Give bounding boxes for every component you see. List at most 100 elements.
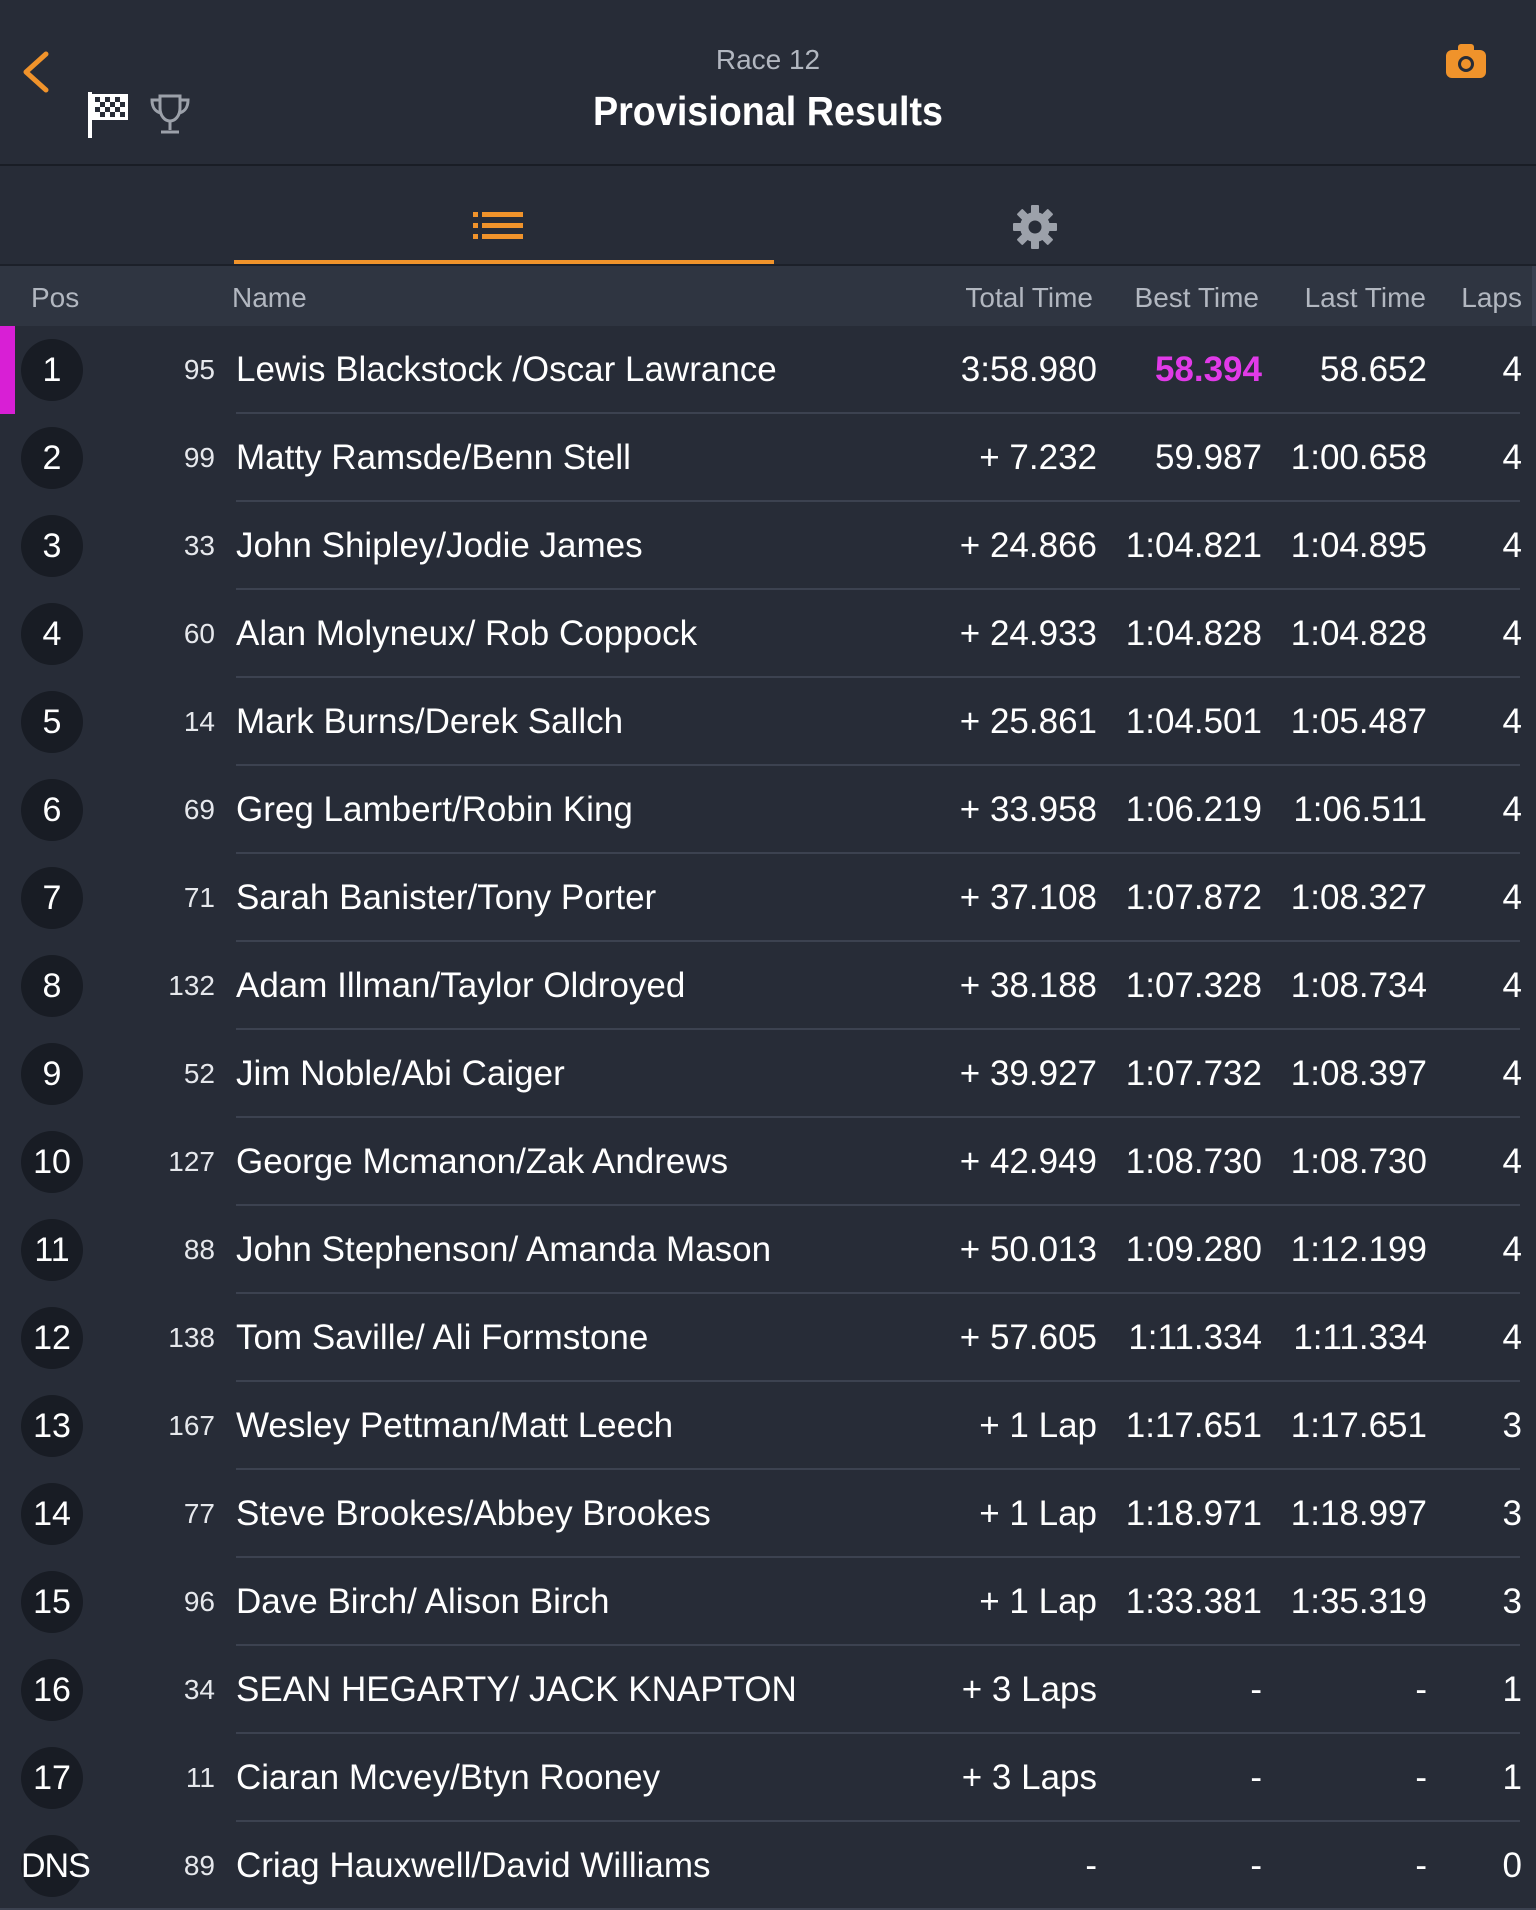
- gear-icon: [1013, 205, 1057, 249]
- column-header-pos[interactable]: Pos: [31, 282, 79, 314]
- column-header-laps[interactable]: Laps: [1461, 282, 1522, 314]
- car-number: 69: [183, 794, 215, 825]
- last-time: 1:08.397: [1290, 1054, 1427, 1093]
- total-time: + 25.861: [959, 702, 1097, 741]
- best-time: 1:04.828: [1125, 614, 1262, 653]
- best-time: 1:06.219: [1125, 790, 1262, 829]
- last-time: 1:17.651: [1290, 1406, 1427, 1445]
- total-time: + 7.232: [979, 438, 1097, 477]
- last-time: -: [1415, 1758, 1427, 1797]
- table-row[interactable]: 4 60 Alan Molyneux/ Rob Coppock + 24.933 1:0…: [0, 590, 1536, 678]
- car-number: 138: [168, 1322, 215, 1353]
- tab-results-list[interactable]: [234, 166, 774, 264]
- column-header-last-time[interactable]: Last Time: [1305, 282, 1426, 314]
- laps-count: 4: [1502, 1142, 1522, 1181]
- driver-name: Criag Hauxwell/David Williams: [236, 1846, 711, 1885]
- driver-name: Sarah Banister/Tony Porter: [236, 878, 657, 917]
- best-time: 1:04.821: [1125, 526, 1262, 565]
- last-time: 1:18.997: [1290, 1494, 1427, 1533]
- driver-name: Jim Noble/Abi Caiger: [236, 1054, 565, 1093]
- position-badge: 9: [21, 1043, 83, 1105]
- column-header-best-time[interactable]: Best Time: [1135, 282, 1259, 314]
- total-time: + 57.605: [959, 1318, 1097, 1357]
- camera-button[interactable]: [1444, 42, 1488, 80]
- best-time: 1:18.971: [1125, 1494, 1262, 1533]
- best-time: 1:33.381: [1125, 1582, 1262, 1621]
- last-time: -: [1415, 1846, 1427, 1885]
- driver-name: John Shipley/Jodie James: [236, 526, 643, 565]
- car-number: 71: [183, 882, 215, 913]
- total-time: + 3 Laps: [961, 1670, 1097, 1709]
- car-number: 52: [183, 1058, 215, 1089]
- table-row[interactable]: DNS 89 Criag Hauxwell/David Williams - - - 0: [0, 1822, 1536, 1910]
- results-table-header: Pos Name Total Time Best Time Last Time …: [0, 266, 1536, 326]
- leader-marker: [0, 326, 15, 414]
- table-row[interactable]: 10 127 George Mcmanon/Zak Andrews + 42.949 1…: [0, 1118, 1536, 1206]
- car-number: 60: [183, 618, 215, 649]
- car-number: 132: [168, 970, 215, 1001]
- column-header-total-time[interactable]: Total Time: [965, 282, 1093, 314]
- table-row[interactable]: 7 71 Sarah Banister/Tony Porter + 37.108 1:0…: [0, 854, 1536, 942]
- driver-name: Tom Saville/ Ali Formstone: [236, 1318, 649, 1357]
- last-time: 1:08.327: [1290, 878, 1427, 917]
- total-time: -: [1085, 1846, 1097, 1885]
- last-time: 1:04.828: [1290, 614, 1427, 653]
- column-header-name[interactable]: Name: [232, 282, 307, 314]
- laps-count: 4: [1502, 350, 1522, 389]
- tab-settings[interactable]: [1000, 166, 1270, 264]
- table-row[interactable]: 11 88 John Stephenson/ Amanda Mason + 50.01…: [0, 1206, 1536, 1294]
- total-time: + 33.958: [959, 790, 1097, 829]
- best-time: 59.987: [1154, 438, 1262, 477]
- laps-count: 4: [1502, 702, 1522, 741]
- total-time: + 1 Lap: [979, 1494, 1097, 1533]
- laps-count: 4: [1502, 1318, 1522, 1357]
- table-row[interactable]: 13 167 Wesley Pettman/Matt Leech + 1 Lap 1:1…: [0, 1382, 1536, 1470]
- list-icon: [473, 212, 523, 239]
- table-row[interactable]: 6 69 Greg Lambert/Robin King + 33.958 1:06.2…: [0, 766, 1536, 854]
- position-badge: 15: [21, 1571, 83, 1633]
- best-time: -: [1250, 1758, 1262, 1797]
- laps-count: 3: [1502, 1406, 1522, 1445]
- best-time: 58.394: [1154, 350, 1262, 389]
- position-badge: 4: [21, 603, 83, 665]
- table-row[interactable]: 17 11 Ciaran Mcvey/Btyn Rooney + 3 Laps - - 1: [0, 1734, 1536, 1822]
- best-time: 1:17.651: [1125, 1406, 1262, 1445]
- car-number: 88: [183, 1234, 215, 1265]
- driver-name: Lewis Blackstock /Oscar Lawrance: [236, 350, 777, 389]
- table-row[interactable]: 3 33 John Shipley/Jodie James + 24.866 1:04.…: [0, 502, 1536, 590]
- table-row[interactable]: 12 138 Tom Saville/ Ali Formstone + 57.605 1…: [0, 1294, 1536, 1382]
- total-time: + 38.188: [959, 966, 1097, 1005]
- table-row[interactable]: 8 132 Adam Illman/Taylor Oldroyed + 38.188 1…: [0, 942, 1536, 1030]
- laps-count: 4: [1502, 790, 1522, 829]
- car-number: 99: [183, 442, 215, 473]
- total-time: + 50.013: [959, 1230, 1097, 1269]
- results-table: 1 95 Lewis Blackstock /Oscar Lawrance 3:58.…: [0, 326, 1536, 1910]
- table-row[interactable]: 9 52 Jim Noble/Abi Caiger + 39.927 1:07.732 1…: [0, 1030, 1536, 1118]
- driver-name: Matty Ramsde/Benn Stell: [236, 438, 631, 477]
- laps-count: 0: [1502, 1846, 1522, 1885]
- laps-count: 4: [1502, 1230, 1522, 1269]
- position-badge: 6: [21, 779, 83, 841]
- laps-count: 4: [1502, 878, 1522, 917]
- total-time: + 1 Lap: [979, 1406, 1097, 1445]
- total-time: 3:58.980: [960, 350, 1097, 389]
- best-time: 1:07.872: [1125, 878, 1262, 917]
- car-number: 11: [185, 1762, 215, 1793]
- total-time: + 3 Laps: [961, 1758, 1097, 1797]
- best-time: -: [1250, 1670, 1262, 1709]
- table-row[interactable]: 5 14 Mark Burns/Derek Sallch + 25.861 1:04.5…: [0, 678, 1536, 766]
- table-row[interactable]: 16 34 SEAN HEGARTY/ JACK KNAPTON + 3 Laps - -…: [0, 1646, 1536, 1734]
- table-row[interactable]: 1 95 Lewis Blackstock /Oscar Lawrance 3:58.…: [0, 326, 1536, 414]
- last-time: 1:12.199: [1290, 1230, 1427, 1269]
- camera-icon: [1446, 44, 1486, 78]
- table-row[interactable]: 2 99 Matty Ramsde/Benn Stell + 7.232 59.987 1…: [0, 414, 1536, 502]
- total-time: + 24.933: [959, 614, 1097, 653]
- last-time: 1:35.319: [1290, 1582, 1427, 1621]
- table-row[interactable]: 15 96 Dave Birch/ Alison Birch + 1 Lap 1:33.…: [0, 1558, 1536, 1646]
- position-badge: 11: [21, 1219, 83, 1281]
- table-row[interactable]: 14 77 Steve Brookes/Abbey Brookes + 1 Lap 1:…: [0, 1470, 1536, 1558]
- best-time: 1:08.730: [1125, 1142, 1262, 1181]
- position-badge: 12: [21, 1307, 83, 1369]
- best-time: 1:04.501: [1125, 702, 1262, 741]
- last-time: 1:06.511: [1293, 790, 1427, 829]
